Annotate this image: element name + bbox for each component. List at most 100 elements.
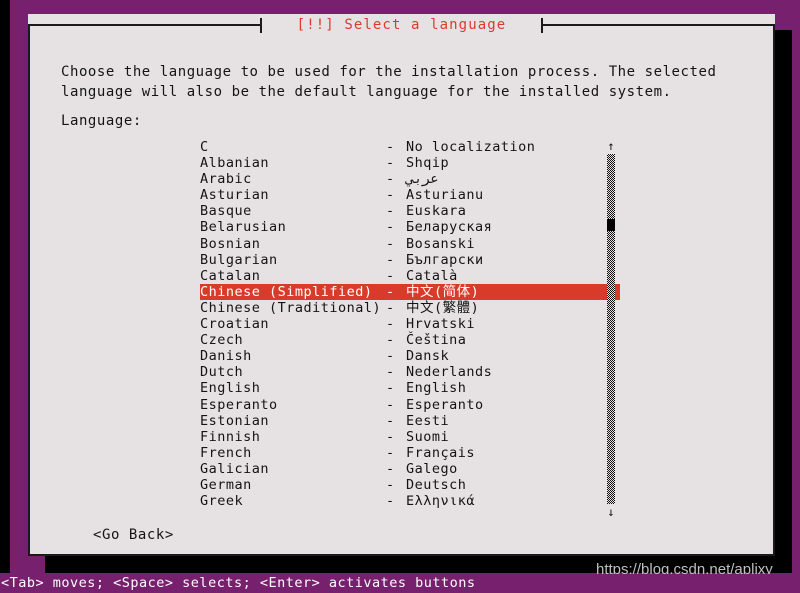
language-field-label: Language: [61, 113, 142, 129]
language-separator: - [386, 428, 395, 445]
language-list-item[interactable]: Greek - Ελληνικά [200, 493, 620, 509]
select-language-dialog: [!!] Select a language Choose the langua… [28, 14, 775, 556]
language-separator: - [386, 299, 395, 316]
language-name-english: Bulgarian [200, 251, 278, 268]
status-bar-help-text: <Tab> moves; <Space> selects; <Enter> ac… [0, 574, 800, 593]
language-name-native: Ελληνικά [406, 493, 476, 510]
language-separator: - [386, 316, 395, 333]
language-list-item[interactable]: Chinese (Simplified) - 中文(简体) [200, 283, 620, 300]
language-separator: - [386, 187, 395, 204]
language-list-item[interactable]: Galician - Galego [200, 461, 620, 477]
language-list-item[interactable]: German - Deutsch [200, 477, 620, 493]
language-list-item[interactable]: Danish - Dansk [200, 348, 620, 364]
scrollbar-thumb[interactable] [607, 219, 615, 231]
language-name-native: Eesti [406, 412, 450, 429]
language-list-item[interactable]: Basque - Euskara [200, 203, 620, 219]
dialog-body: Choose the language to be used for the i… [30, 26, 773, 554]
language-name-native: Čeština [406, 332, 467, 349]
language-list-item[interactable]: Bosnian - Bosanski [200, 236, 620, 252]
scroll-down-arrow-icon[interactable]: ↓ [604, 505, 618, 519]
language-list-item[interactable]: Albanian - Shqip [200, 155, 620, 171]
dialog-border-right [773, 24, 775, 556]
language-name-native: Asturianu [406, 187, 484, 204]
language-separator: - [386, 460, 395, 477]
language-name-english: Czech [200, 332, 244, 349]
language-name-native: Euskara [406, 203, 467, 220]
language-list-item[interactable]: Czech - Čeština [200, 332, 620, 348]
language-separator: - [386, 396, 395, 413]
language-list-item[interactable]: English - English [200, 380, 620, 396]
language-name-native: Nederlands [406, 364, 493, 381]
language-name-english: Belarusian [200, 219, 287, 236]
language-separator: - [386, 332, 395, 349]
language-name-native: English [406, 380, 467, 397]
language-list-item[interactable]: Chinese (Traditional) - 中文(繁體) [200, 300, 620, 316]
language-list-item[interactable]: Dutch - Nederlands [200, 364, 620, 380]
scroll-up-arrow-icon[interactable]: ↑ [604, 139, 618, 153]
language-separator: - [386, 251, 395, 268]
language-list-item[interactable]: Esperanto - Esperanto [200, 397, 620, 413]
language-name-english: English [200, 380, 261, 397]
language-separator: - [386, 171, 395, 188]
language-name-english: Basque [200, 203, 252, 220]
language-list-item[interactable]: Croatian - Hrvatski [200, 316, 620, 332]
language-name-native: Shqip [406, 155, 450, 172]
dialog-intro-text: Choose the language to be used for the i… [61, 64, 726, 100]
language-list-item[interactable]: Estonian - Eesti [200, 413, 620, 429]
language-separator: - [386, 348, 395, 365]
language-name-native: 中文(简体) [406, 283, 480, 300]
language-list-item[interactable]: Finnish - Suomi [200, 429, 620, 445]
language-name-native: Български [406, 251, 484, 268]
go-back-button[interactable]: <Go Back> [93, 526, 174, 544]
language-separator: - [386, 203, 395, 220]
dialog-shadow-right [775, 30, 792, 573]
language-separator: - [386, 283, 395, 300]
language-name-english: Greek [200, 493, 244, 510]
language-list-item[interactable]: French - Français [200, 445, 620, 461]
language-list-item[interactable]: C - No localization [200, 139, 620, 155]
language-name-english: Croatian [200, 316, 270, 333]
language-name-native: Dansk [406, 348, 450, 365]
language-name-english: Estonian [200, 412, 270, 429]
language-name-native: Hrvatski [406, 316, 476, 333]
language-separator: - [386, 139, 395, 155]
language-separator: - [386, 235, 395, 252]
language-separator: - [386, 444, 395, 461]
language-name-native: Bosanski [406, 235, 476, 252]
language-separator: - [386, 267, 395, 284]
language-name-english: Asturian [200, 187, 270, 204]
language-list-scrollbar[interactable]: ↑ ↓ [604, 139, 618, 519]
dialog-border-bottom [28, 554, 775, 556]
language-name-native: 中文(繁體) [406, 299, 480, 316]
language-name-native: Беларуская [406, 219, 493, 236]
scrollbar-track[interactable] [607, 154, 615, 504]
language-name-english: Dutch [200, 364, 244, 381]
language-name-native: No localization [406, 139, 536, 155]
language-name-english: Arabic [200, 171, 252, 188]
language-list-item[interactable]: Asturian - Asturianu [200, 187, 620, 203]
language-name-english: French [200, 444, 252, 461]
language-list-item[interactable]: Belarusian - Беларуская [200, 219, 620, 235]
language-name-english: Esperanto [200, 396, 278, 413]
language-name-native: Esperanto [406, 396, 484, 413]
language-name-native: Català [406, 267, 458, 284]
language-name-english: Chinese (Simplified) [200, 283, 373, 300]
language-list-item[interactable]: Bulgarian - Български [200, 252, 620, 268]
language-name-english: Finnish [200, 428, 261, 445]
language-list-item[interactable]: Catalan - Català [200, 268, 620, 284]
language-separator: - [386, 476, 395, 493]
terminal-left-margin [0, 0, 10, 573]
language-name-native: Deutsch [406, 476, 467, 493]
language-list-rows[interactable]: C - No localization Albanian - Shqip Arabic - عر… [200, 139, 620, 509]
language-name-native: Galego [406, 460, 458, 477]
language-list[interactable]: C - No localization Albanian - Shqip Arabic - عر… [200, 139, 620, 519]
language-name-english: Catalan [200, 267, 261, 284]
language-separator: - [386, 412, 395, 429]
language-name-native: Français [406, 444, 476, 461]
language-name-english: Albanian [200, 155, 270, 172]
language-separator: - [386, 155, 395, 172]
language-separator: - [386, 380, 395, 397]
language-name-english: Chinese (Traditional) [200, 299, 382, 316]
language-list-item[interactable]: Arabic - عربي [200, 171, 620, 187]
language-separator: - [386, 493, 395, 510]
